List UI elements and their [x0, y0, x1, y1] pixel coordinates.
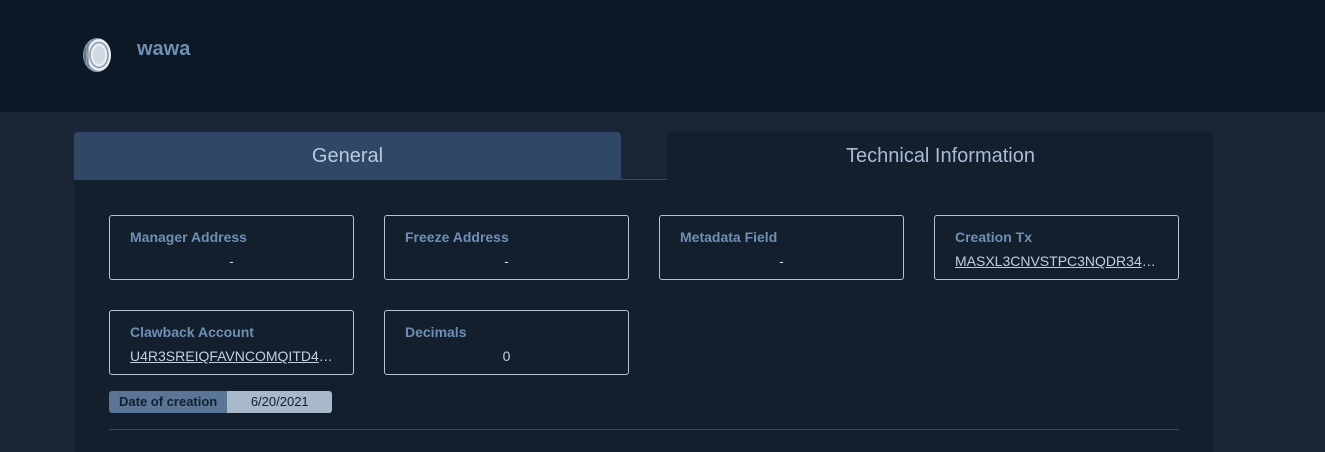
tab-general[interactable]: General [74, 132, 621, 180]
manager-address-value: - [229, 253, 234, 269]
clawback-account-label: Clawback Account [130, 324, 254, 340]
creation-tx-field: Creation Tx MASXL3CNVSTPC3NQDR347... [934, 215, 1179, 280]
creation-date-badge: Date of creation 6/20/2021 [109, 391, 333, 413]
creation-tx-label: Creation Tx [955, 229, 1033, 245]
asset-name: wawa [137, 38, 191, 60]
decimals-field: Decimals 0 [384, 310, 629, 375]
asset-header: wawa [0, 0, 1325, 112]
section-divider [109, 429, 1179, 430]
coin-icon [83, 38, 111, 72]
decimals-value: 0 [502, 348, 511, 364]
manager-address-field: Manager Address - [109, 215, 354, 280]
metadata-field-value: - [779, 253, 784, 269]
metadata-field-label: Metadata Field [680, 229, 778, 245]
freeze-address-value: - [504, 253, 509, 269]
manager-address-label: Manager Address [130, 229, 247, 245]
freeze-address-label: Freeze Address [405, 229, 509, 245]
tab-divider [621, 179, 667, 180]
freeze-address-field: Freeze Address - [384, 215, 629, 280]
metadata-field: Metadata Field - [659, 215, 904, 280]
creation-date-value: 6/20/2021 [227, 391, 333, 413]
clawback-account-link[interactable]: U4R3SREIQFAVNCOMQITD4R... [130, 348, 335, 364]
asset-info-panel: General Technical Information Manager Ad… [74, 132, 1214, 452]
creation-tx-link[interactable]: MASXL3CNVSTPC3NQDR347... [955, 253, 1160, 269]
decimals-label: Decimals [405, 324, 467, 340]
tab-technical-information[interactable]: Technical Information [667, 132, 1214, 180]
tab-gap [621, 132, 667, 180]
clawback-account-field: Clawback Account U4R3SREIQFAVNCOMQITD4R.… [109, 310, 354, 375]
creation-date-label: Date of creation [109, 391, 228, 413]
